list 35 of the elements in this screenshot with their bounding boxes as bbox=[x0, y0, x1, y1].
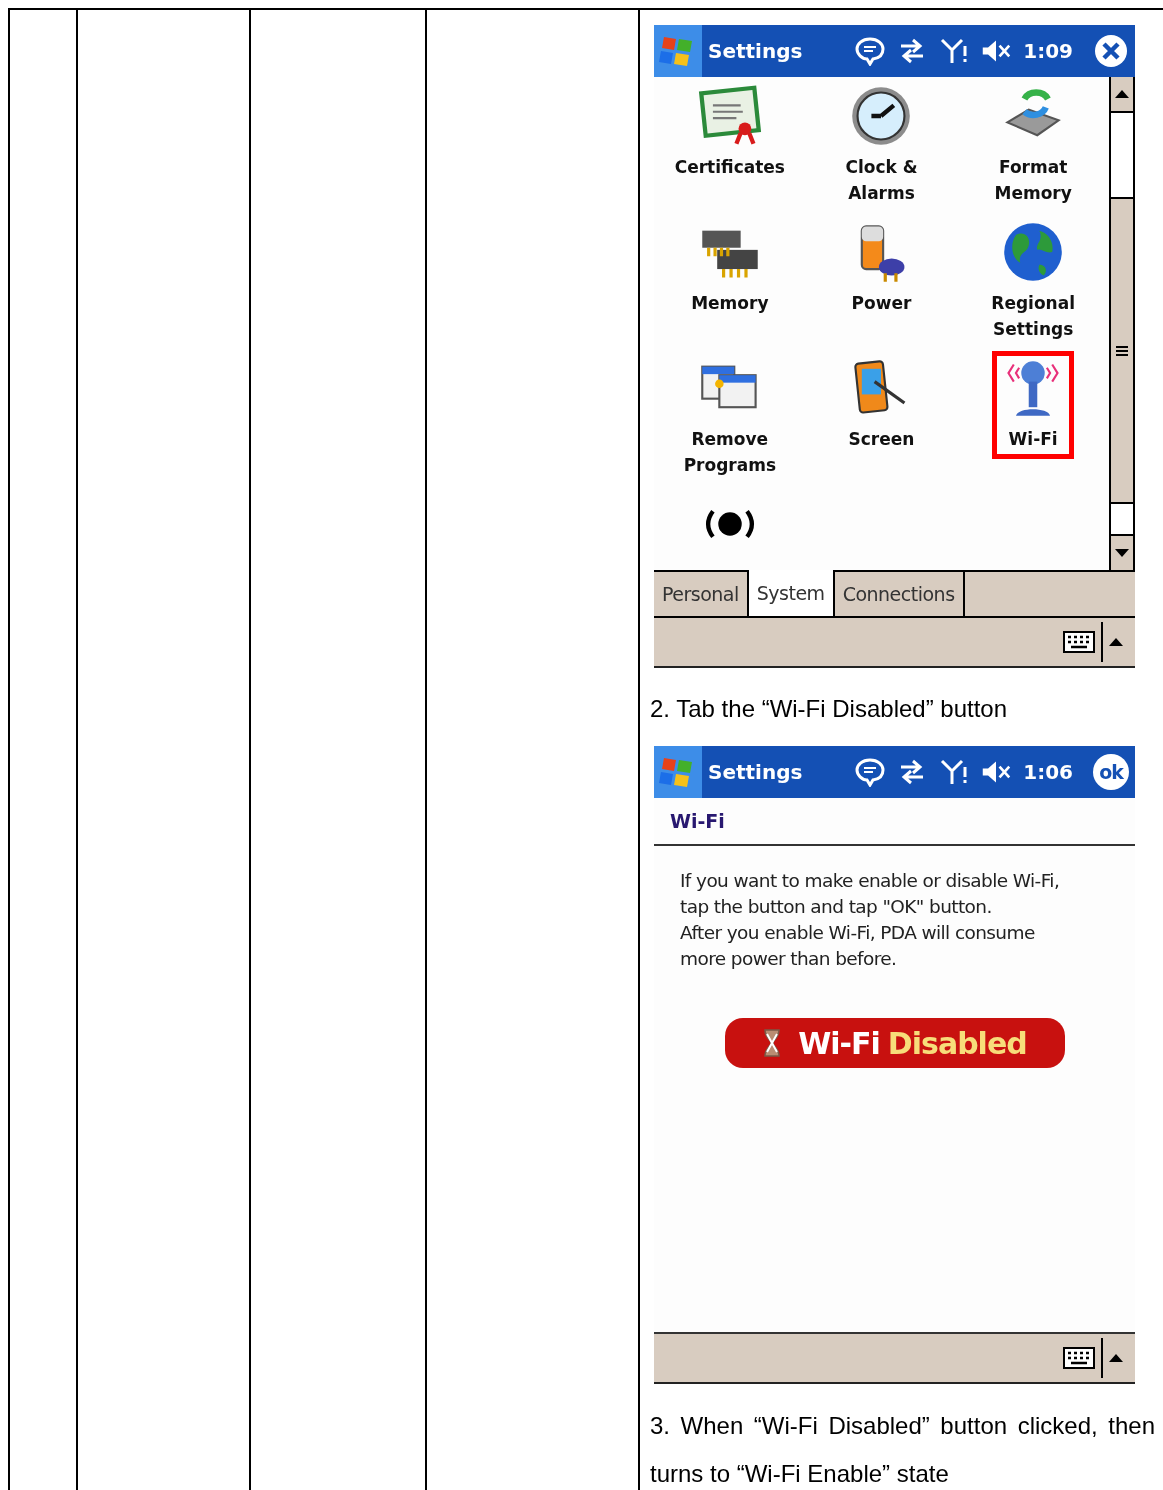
wifi-toggle-button[interactable]: Wi-Fi Disabled bbox=[724, 1018, 1065, 1068]
settings-item[interactable]: Regional Settings bbox=[982, 215, 1084, 349]
caret-up-icon[interactable] bbox=[1109, 1354, 1123, 1362]
certificate-icon bbox=[697, 84, 762, 148]
chat-bubble-icon[interactable] bbox=[855, 757, 886, 787]
caret-up-icon[interactable] bbox=[1109, 638, 1123, 646]
ok-button[interactable]: ok bbox=[1093, 754, 1129, 790]
settings-item[interactable]: Format Memory bbox=[985, 79, 1081, 213]
tab[interactable]: Connections bbox=[834, 572, 965, 616]
settings-item[interactable]: Remove Programs bbox=[674, 351, 785, 485]
scrollbar[interactable] bbox=[1109, 77, 1135, 570]
windows-flag-icon[interactable] bbox=[654, 746, 702, 798]
settings-item[interactable]: Certificates bbox=[665, 79, 794, 187]
window-title: Settings bbox=[708, 39, 804, 63]
page-heading: Wi-Fi bbox=[654, 798, 1135, 846]
windows-flag-icon[interactable] bbox=[654, 25, 702, 77]
message-text: If you want to make enable or disable Wi-Fi, tap the button and tap "OK" button. After you enable Wi-Fi, PDA will consume more power than before. bbox=[680, 869, 1061, 971]
hourglass-icon bbox=[762, 1028, 783, 1058]
clock-time[interactable]: 1:06 bbox=[1023, 760, 1073, 784]
settings-item[interactable]: Screen bbox=[839, 351, 924, 459]
settings-item[interactable]: Power bbox=[840, 215, 923, 323]
clock-time[interactable]: 1:09 bbox=[1023, 39, 1073, 63]
step-text: 3. When “Wi-Fi Disabled” button clicked, then turns to “Wi-Fi Enable” state bbox=[650, 1411, 1155, 1489]
chat-bubble-icon[interactable] bbox=[855, 36, 886, 66]
keyboard-icon[interactable] bbox=[1063, 1347, 1095, 1369]
keyboard-icon[interactable] bbox=[1063, 631, 1095, 653]
signal-icon[interactable] bbox=[939, 757, 970, 787]
close-icon[interactable] bbox=[1093, 33, 1129, 69]
signal-icon[interactable] bbox=[939, 36, 970, 66]
settings-item[interactable]: Wi-Fi bbox=[992, 351, 1075, 459]
step-text: 2. Tab the “Wi-Fi Disabled” button bbox=[650, 694, 1009, 724]
settings-item[interactable]: Memory bbox=[682, 215, 778, 323]
window-title: Settings bbox=[708, 760, 804, 784]
settings-item[interactable]: Clock & Alarms bbox=[836, 79, 927, 213]
tab[interactable]: System bbox=[748, 570, 835, 616]
